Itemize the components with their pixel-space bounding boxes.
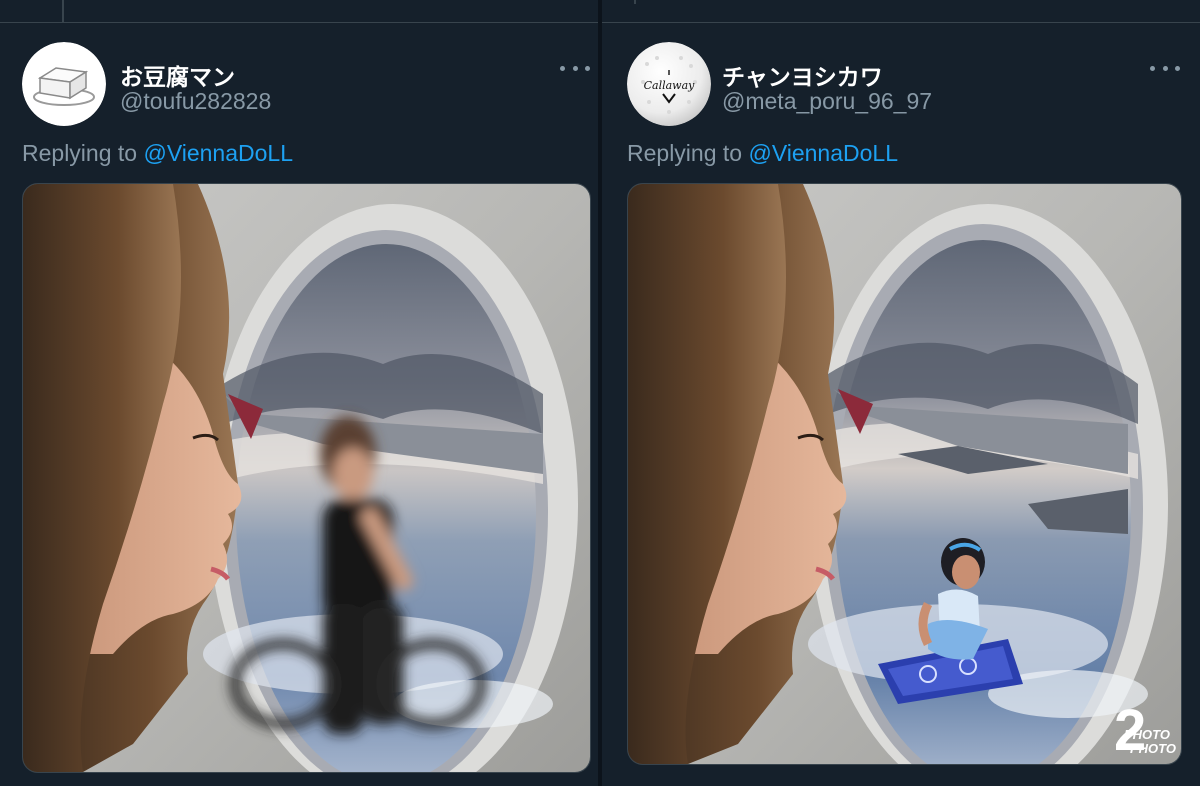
photo-watermark-line2: PHOTO (1130, 741, 1176, 756)
tweet-media-image[interactable] (22, 183, 591, 773)
more-dot (585, 65, 590, 71)
more-dot (1175, 65, 1180, 71)
mention-link[interactable]: @ViennaDoLL (748, 140, 898, 166)
photo-airplane-window (628, 184, 1181, 764)
user-handle[interactable]: @toufu282828 (120, 88, 271, 115)
more-dot (1162, 65, 1168, 71)
more-dot (560, 65, 565, 71)
thread-connector-line (62, 0, 64, 22)
replying-to-line: Replying to @ViennaDoLL (627, 140, 898, 167)
replying-to-line: Replying to @ViennaDoLL (22, 140, 293, 167)
more-dot (1150, 65, 1155, 71)
tweet-media-image[interactable]: 2 PHOTO PHOTO (627, 183, 1182, 765)
tofu-icon (22, 42, 106, 126)
more-options-button[interactable] (560, 56, 590, 80)
user-handle[interactable]: @meta_poru_96_97 (722, 88, 932, 115)
thread-connector-line (634, 0, 636, 4)
tweet-right[interactable]: Callaway チャンヨシカワ @meta_poru_96_97 Replyi… (602, 0, 1200, 786)
tweet-left[interactable]: お豆腐マン @toufu282828 Replying to @ViennaDo… (0, 0, 598, 786)
golf-ball-icon: Callaway (627, 42, 711, 126)
replying-to-label: Replying to (22, 140, 144, 166)
avatar[interactable] (22, 42, 106, 126)
svg-text:Callaway: Callaway (644, 79, 696, 92)
display-name[interactable]: お豆腐マン (120, 58, 235, 92)
mention-link[interactable]: @ViennaDoLL (143, 140, 293, 166)
more-dot (572, 65, 578, 71)
tweet-divider (0, 22, 598, 23)
photo-airplane-window (23, 184, 590, 772)
photo-watermark-line1: PHOTO (1124, 727, 1170, 742)
replying-to-label: Replying to (627, 140, 749, 166)
more-options-button[interactable] (1150, 56, 1180, 80)
avatar[interactable]: Callaway (627, 42, 711, 126)
display-name[interactable]: チャンヨシカワ (722, 58, 883, 92)
tweet-divider (602, 22, 1200, 23)
